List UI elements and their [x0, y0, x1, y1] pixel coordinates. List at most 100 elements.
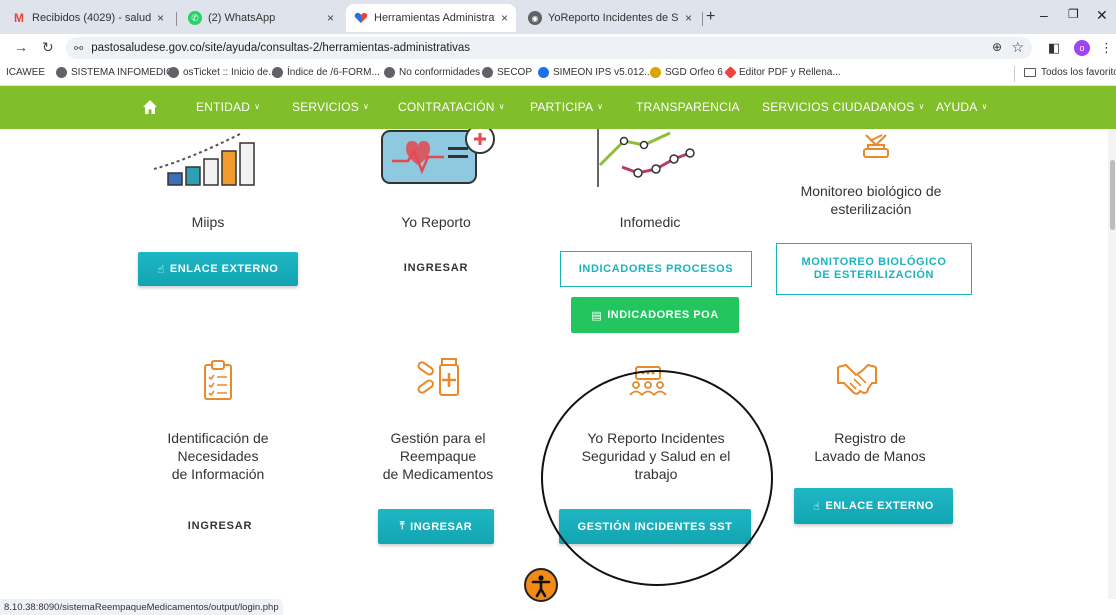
tab-whatsapp[interactable]: ✆ (2) WhatsApp ×	[180, 4, 342, 32]
nav-transparencia[interactable]: TRANSPARENCIA	[636, 100, 740, 114]
browser-window: M Recibidos (4029) - saludocupac × ✆ (2)…	[0, 0, 1116, 615]
site-navigation: ENTIDAD ∨ SERVICIOS ∨ CONTRATACIÓN ∨ PARTIC…	[0, 86, 1116, 129]
growth-chart-icon	[153, 133, 255, 186]
nav-contratacion[interactable]: CONTRATACIÓN ∨	[398, 100, 505, 114]
pointer-hand-icon: ☝	[157, 263, 165, 276]
bookmark-item[interactable]: SIMEON IPS v5.012...	[538, 67, 652, 78]
identificacion-ingresar-button[interactable]: INGRESAR	[160, 511, 280, 541]
card-title-miips: Miips	[191, 214, 225, 230]
close-window-icon[interactable]: ✕	[1096, 7, 1108, 24]
reempaque-ingresar-button[interactable]: ⤒ INGRESAR	[378, 509, 494, 544]
handshake-icon	[837, 363, 877, 395]
simeon-icon	[538, 67, 549, 78]
side-panel-icon[interactable]: ◧	[1048, 40, 1060, 56]
tab-divider	[176, 12, 177, 26]
bookmark-item[interactable]: osTicket :: Inicio de...	[168, 67, 277, 78]
chevron-down-icon: ∨	[981, 102, 988, 111]
tab-strip: M Recibidos (4029) - saludocupac × ✆ (2)…	[0, 0, 1116, 34]
globe-icon	[384, 67, 395, 78]
tab-title: Herramientas Administrativas	[374, 12, 495, 24]
tab-divider	[702, 12, 703, 26]
gestion-incidentes-sst-button[interactable]: GESTIÓN INCIDENTES SST	[559, 509, 751, 544]
bookmark-item[interactable]: SGD Orfeo 6	[650, 67, 723, 78]
site-settings-icon[interactable]: ⚯	[74, 42, 83, 55]
card-title-infomedic: Infomedic	[619, 214, 681, 230]
tab-title: (2) WhatsApp	[208, 12, 276, 24]
card-title-lavado: Registro de Lavado de Manos	[814, 430, 926, 464]
tools-grid: Miips Yo Reporto Infomedic Monitoreo bio…	[0, 129, 1116, 599]
tab-herramientas[interactable]: Herramientas Administrativas ×	[346, 4, 516, 32]
accessibility-button[interactable]	[524, 568, 558, 602]
indicadores-poa-button[interactable]: ▤ INDICADORES POA	[571, 297, 739, 333]
pdf-editor-icon	[724, 66, 737, 79]
globe-icon	[272, 67, 283, 78]
chevron-down-icon: ∨	[918, 102, 925, 111]
bookmark-star-icon[interactable]: ☆	[1011, 39, 1024, 56]
forward-icon[interactable]: →	[14, 39, 28, 55]
folder-icon	[1024, 68, 1036, 77]
nav-servicios[interactable]: SERVICIOS ∨	[292, 100, 369, 114]
document-icon: ▤	[591, 309, 603, 322]
tab-gmail[interactable]: M Recibidos (4029) - saludocupac ×	[4, 4, 172, 32]
close-icon[interactable]: ×	[685, 11, 692, 25]
sterilization-icon	[863, 134, 889, 158]
bookmarks-bar: ICAWEE SISTEMA INFOMEDIC osTicket :: Ini…	[0, 62, 1116, 86]
bookmark-item[interactable]: No conformidades	[384, 67, 480, 78]
nav-ayuda[interactable]: AYUDA ∨	[936, 100, 988, 114]
close-icon[interactable]: ×	[501, 11, 508, 25]
globe-icon: ◉	[528, 11, 542, 25]
globe-icon	[168, 67, 179, 78]
browser-toolbar: → ↻ ⚯ pastosaludese.gov.co/site/ayuda/co…	[0, 34, 1116, 62]
indicadores-procesos-button[interactable]: INDICADORES PROCESOS	[560, 251, 752, 287]
zoom-icon[interactable]: ⊕	[992, 40, 1002, 54]
health-monitor-icon	[381, 129, 495, 184]
all-bookmarks[interactable]: Todos los favoritos	[1024, 67, 1116, 78]
checklist-icon	[204, 360, 232, 400]
globe-icon	[482, 67, 493, 78]
minimize-icon[interactable]: –	[1040, 7, 1048, 23]
bookmark-item[interactable]: SISTEMA INFOMEDIC	[56, 67, 173, 78]
tab-title: Recibidos (4029) - saludocupac	[32, 12, 151, 24]
chevron-down-icon: ∨	[254, 102, 261, 111]
miips-external-link-button[interactable]: ☝ ENLACE EXTERNO	[138, 252, 298, 286]
medicine-pills-icon	[417, 358, 459, 396]
orfeo-icon	[650, 67, 661, 78]
tab-yoreporto[interactable]: ◉ YoReporto Incidentes de Seguri ×	[520, 4, 700, 32]
url-text: pastosaludese.gov.co/site/ayuda/consulta…	[91, 42, 471, 54]
globe-icon	[56, 67, 67, 78]
close-icon[interactable]: ×	[327, 11, 334, 25]
close-icon[interactable]: ×	[157, 11, 164, 25]
nav-servicios-ciudadanos[interactable]: SERVICIOS CIUDADANOS ∨	[762, 100, 925, 114]
nav-entidad[interactable]: ENTIDAD ∨	[196, 100, 260, 114]
card-title-reempaque: Gestión para el Reempaque de Medicamento…	[382, 430, 494, 482]
bookmark-item[interactable]: ICAWEE	[6, 67, 45, 78]
gmail-icon: M	[14, 11, 24, 25]
card-title-yoreporto: Yo Reporto	[401, 214, 471, 230]
meeting-group-icon	[629, 366, 667, 396]
profile-avatar[interactable]: o	[1074, 40, 1090, 56]
status-bar-url: 8.10.38:8090/sistemaReempaqueMedicamento…	[0, 599, 283, 615]
line-chart-icon	[597, 129, 695, 187]
yoreporto-ingresar-button[interactable]: INGRESAR	[376, 253, 496, 283]
restore-icon[interactable]: ❐	[1068, 7, 1079, 21]
lavado-external-link-button[interactable]: ☝ ENLACE EXTERNO	[794, 488, 953, 524]
menu-icon[interactable]: ⋮	[1100, 40, 1113, 56]
whatsapp-icon: ✆	[188, 11, 202, 25]
card-title-incidentes: Yo Reporto Incidentes Seguridad y Salud …	[581, 430, 731, 482]
card-title-identificacion: Identificación de Necesidades de Informa…	[167, 430, 269, 482]
card-title-monitoreo: Monitoreo biológico de esterilización	[800, 183, 942, 217]
new-tab-button[interactable]: +	[706, 8, 715, 26]
home-icon[interactable]	[142, 99, 158, 115]
monitoreo-button[interactable]: MONITOREO BIOLÓGICO DE ESTERILIZACIÓN	[776, 243, 972, 295]
pointer-hand-icon: ☝	[813, 500, 821, 513]
reload-icon[interactable]: ↻	[42, 39, 54, 56]
bookmarks-divider	[1014, 66, 1015, 82]
chevron-down-icon: ∨	[362, 102, 369, 111]
scrollbar-thumb[interactable]	[1110, 160, 1115, 230]
address-bar[interactable]: ⚯ pastosaludese.gov.co/site/ayuda/consul…	[66, 37, 1032, 59]
nav-participa[interactable]: PARTICIPA ∨	[530, 100, 603, 114]
bookmark-item[interactable]: Editor PDF y Rellena...	[724, 66, 841, 79]
bookmark-item[interactable]: Índice de /6-FORM...	[272, 67, 380, 78]
accessibility-icon	[531, 575, 551, 598]
bookmark-item[interactable]: SECOP	[482, 67, 532, 78]
